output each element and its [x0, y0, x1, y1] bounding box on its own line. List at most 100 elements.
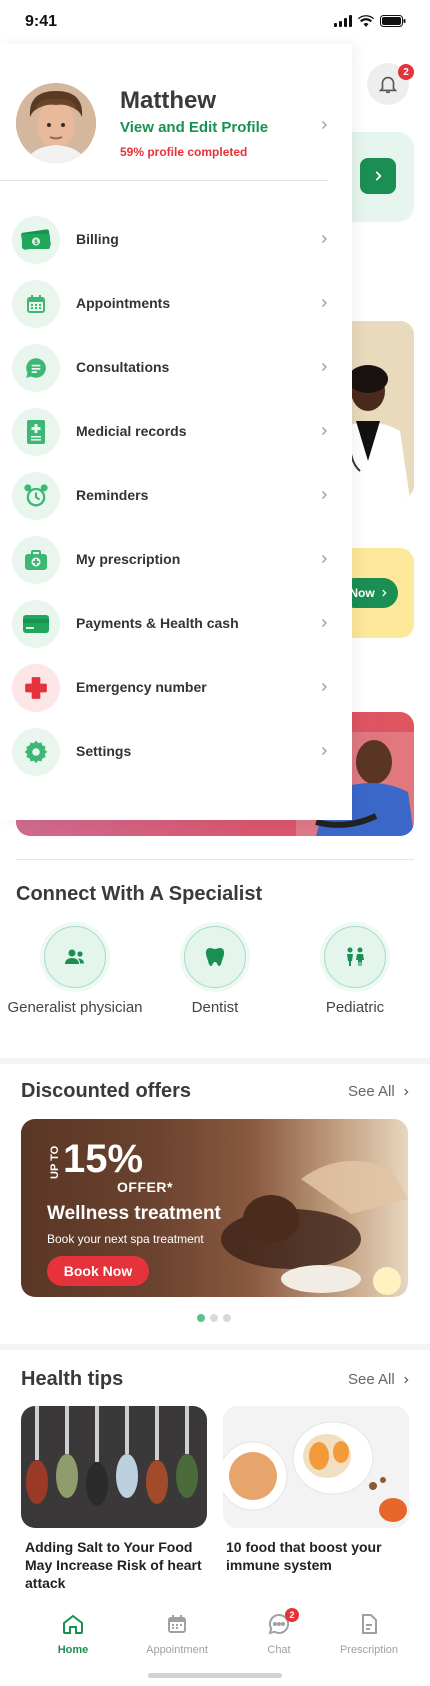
- see-all-label: See All: [348, 1083, 395, 1100]
- chevron-right-icon: [404, 1088, 409, 1095]
- offer-label: OFFER*: [117, 1179, 173, 1195]
- menu-item-prescription[interactable]: My prescription: [0, 530, 352, 594]
- book-now-button[interactable]: Book Now: [47, 1256, 149, 1286]
- avatar: [16, 83, 96, 163]
- section-divider: [16, 859, 414, 860]
- drawer-divider: [0, 180, 328, 181]
- menu-item-settings[interactable]: Settings: [0, 722, 352, 786]
- alarm-clock-icon: [24, 484, 48, 507]
- menu-item-medical-records[interactable]: Medicial records: [0, 402, 352, 466]
- edit-profile-link[interactable]: View and Edit Profile: [120, 119, 268, 136]
- menu-label: Billing: [76, 231, 119, 247]
- nav-label: Prescription: [339, 1644, 399, 1656]
- chevron-right-icon: [375, 171, 382, 181]
- money-icon: $: [21, 229, 51, 250]
- healthy-food-image: [223, 1406, 409, 1528]
- chevron-right-icon: [322, 683, 327, 691]
- menu-label: Medicial records: [76, 423, 187, 439]
- credit-card-icon: [23, 615, 49, 633]
- specialist-dentist[interactable]: Dentist: [145, 922, 285, 1018]
- chat-badge: 2: [285, 1608, 299, 1622]
- offer-upto: UP TO: [49, 1145, 61, 1179]
- specialists-title: Connect With A Specialist: [16, 883, 263, 905]
- specialist-label: Generalist physician: [7, 999, 143, 1016]
- users-icon: [65, 949, 84, 964]
- health-tip-card-salt[interactable]: [21, 1406, 207, 1528]
- chevron-right-icon: [322, 121, 327, 129]
- bell-icon: [378, 76, 398, 94]
- chevron-right-icon: [381, 589, 387, 597]
- medicine-kit-icon: [25, 550, 47, 570]
- health-tips-see-all[interactable]: See All: [348, 1371, 411, 1388]
- nav-prescription[interactable]: Prescription: [324, 1612, 414, 1656]
- section-separator: [0, 1058, 430, 1064]
- chevron-right-icon: [322, 555, 327, 563]
- specialist-label: Pediatric: [325, 999, 385, 1016]
- health-tips-title: Health tips: [21, 1368, 124, 1390]
- tooth-icon: [205, 948, 225, 966]
- nav-label: Home: [57, 1644, 89, 1656]
- health-tip-card-immune[interactable]: [223, 1406, 409, 1528]
- menu-item-billing[interactable]: $ Billing: [0, 210, 352, 274]
- menu-label: Settings: [76, 743, 132, 759]
- offer-title: Wellness treatment: [47, 1203, 221, 1224]
- profile-chevron[interactable]: [318, 118, 330, 137]
- nav-label: Chat: [267, 1644, 291, 1656]
- menu-label: My prescription: [76, 551, 181, 567]
- menu-item-payments[interactable]: Payments & Health cash: [0, 594, 352, 658]
- nav-home[interactable]: Home: [28, 1612, 118, 1656]
- notification-badge: 2: [398, 64, 414, 80]
- profile-completion: 59% profile completed: [120, 145, 248, 159]
- health-tip-title[interactable]: 10 food that boost your immune system: [226, 1538, 406, 1574]
- carousel-dot[interactable]: [197, 1314, 205, 1322]
- home-icon: [63, 1614, 83, 1634]
- offers-see-all[interactable]: See All: [348, 1083, 411, 1100]
- document-icon: [362, 1614, 377, 1634]
- battery-icon: [380, 15, 406, 27]
- menu-item-reminders[interactable]: Reminders: [0, 466, 352, 530]
- wifi-icon: [358, 15, 374, 27]
- status-time: 9:41: [25, 13, 58, 30]
- menu-item-appointments[interactable]: Appointments: [0, 274, 352, 338]
- offer-banner[interactable]: UP TO 15% OFFER* Wellness treatment Book…: [21, 1119, 408, 1297]
- chevron-right-icon: [322, 363, 327, 371]
- nav-chat[interactable]: 2 Chat: [234, 1608, 324, 1656]
- children-icon: [347, 947, 364, 966]
- offer-percent: 15%: [63, 1137, 144, 1181]
- menu-item-emergency[interactable]: Emergency number: [0, 658, 352, 722]
- user-photo: [16, 83, 96, 163]
- gear-icon: [24, 740, 48, 764]
- menu-label: Payments & Health cash: [76, 615, 239, 631]
- now-button-label: Now: [349, 586, 375, 600]
- chevron-right-icon: [322, 235, 327, 243]
- health-tip-title[interactable]: Adding Salt to Your Food May Increase Ri…: [25, 1538, 205, 1592]
- home-indicator: [148, 1673, 282, 1678]
- nav-appointment[interactable]: Appointment: [132, 1612, 222, 1656]
- peek-arrow-button[interactable]: [360, 158, 396, 194]
- side-drawer: Matthew View and Edit Profile 59% profil…: [0, 44, 352, 820]
- chevron-right-icon: [322, 747, 327, 755]
- spices-spoons-image: [21, 1406, 207, 1528]
- menu-item-consultations[interactable]: Consultations: [0, 338, 352, 402]
- menu-label: Reminders: [76, 487, 149, 503]
- profile-header[interactable]: Matthew View and Edit Profile 59% profil…: [0, 44, 352, 180]
- chevron-right-icon: [322, 299, 327, 307]
- menu-label: Appointments: [76, 295, 171, 311]
- medical-record-icon: [27, 420, 45, 444]
- carousel-dot[interactable]: [223, 1314, 231, 1322]
- carousel-dots: [197, 1314, 231, 1322]
- offers-title: Discounted offers: [21, 1080, 192, 1102]
- menu-label: Consultations: [76, 359, 170, 375]
- chevron-right-icon: [322, 427, 327, 435]
- profile-name: Matthew: [120, 87, 216, 114]
- calendar-icon: [27, 295, 45, 313]
- red-cross-icon: [25, 677, 47, 699]
- calendar-icon: [168, 1615, 186, 1633]
- specialist-pediatric[interactable]: Pediatric: [285, 922, 425, 1018]
- carousel-dot[interactable]: [210, 1314, 218, 1322]
- signal-icon: [334, 15, 352, 27]
- specialist-label: Dentist: [191, 999, 239, 1016]
- specialist-generalist[interactable]: Generalist physician: [5, 922, 145, 1018]
- offer-description: Book your next spa treatment: [47, 1232, 204, 1246]
- menu-label: Emergency number: [76, 679, 207, 695]
